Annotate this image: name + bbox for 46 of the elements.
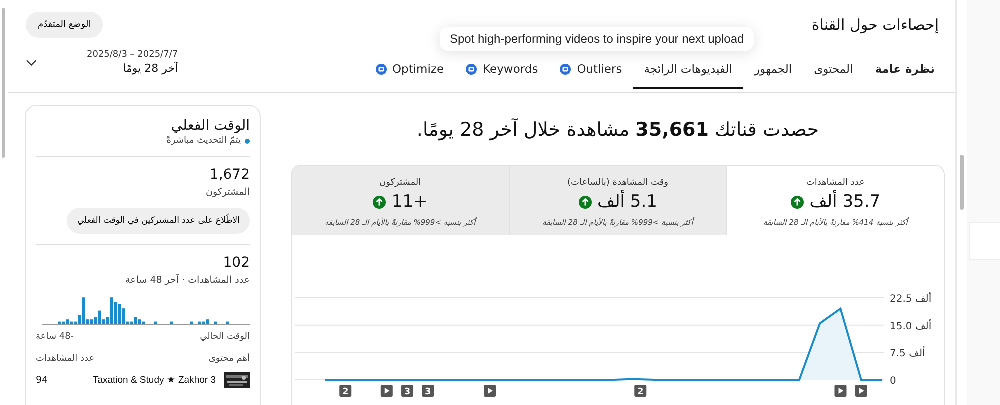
card-title: الوقت الفعلي (170, 118, 250, 134)
tab[interactable]: الفيديوهات الرائجة (633, 56, 744, 89)
tooltip: Spot high-performing videos to inspire your next upload (440, 27, 754, 51)
axis-label: -48 ساعة (36, 332, 74, 342)
video-marker[interactable] (855, 385, 868, 397)
subscriber-count: 1,672 (208, 167, 250, 183)
metric-value: 5.1 ألف (598, 192, 658, 212)
tab[interactable]: Keywords (455, 56, 550, 89)
y-tick-label: 0 (890, 376, 896, 387)
metric-title: عدد المشاهدات (805, 178, 866, 188)
tab[interactable]: نظرة عامة (864, 56, 939, 89)
column-header: أهم محتوى (208, 354, 250, 364)
count-marker[interactable]: 3 (422, 385, 434, 398)
count-marker[interactable]: 2 (340, 385, 352, 398)
column-header: عدد المشاهدات (36, 354, 95, 364)
realtime-subscribers-button[interactable]: الاطّلاع على عدد المشتركين في الوقت الفعلي (67, 208, 250, 234)
video-marker[interactable] (380, 385, 393, 397)
video-views: 94 (36, 374, 48, 386)
view-count: 102 (222, 255, 250, 271)
chevron-down-icon (26, 58, 37, 66)
y-tick-label: 7.5 ألف (890, 348, 926, 360)
axis-label: الوقت الحالي (200, 332, 250, 342)
advanced-mode-button[interactable]: الوضع المتقدّم (26, 12, 104, 38)
subscribers-label: المشتركون (204, 187, 250, 198)
tab[interactable]: Outliers (549, 56, 634, 89)
metric-title: وقت المشاهدة (بالساعات) (566, 178, 670, 188)
count-marker[interactable]: 3 (402, 385, 414, 398)
up-arrow-icon (790, 196, 804, 208)
up-arrow-icon (578, 196, 592, 208)
tab[interactable]: الجمهور (743, 56, 804, 89)
video-marker[interactable] (484, 385, 496, 397)
video-marker[interactable] (834, 385, 847, 397)
tab[interactable]: المحتوى (803, 56, 864, 89)
live-status: يتمّ التحديث مباشرةً (166, 136, 241, 146)
live-dot-icon (245, 138, 250, 144)
metric-value: +11 (392, 192, 428, 212)
y-tick-label: 22.5 ألف (890, 294, 932, 305)
count-marker[interactable]: 2 (634, 385, 647, 398)
video-title[interactable]: Taxation & Study ★ Zakhor 3 (92, 374, 216, 386)
metric-title: المشتركون (378, 178, 422, 188)
tab[interactable]: Optimize (364, 56, 456, 89)
y-tick-label: 15.0 ألف (890, 321, 932, 332)
metric-value: 35.7 ألف (810, 192, 881, 212)
views-label: عدد المشاهدات · آخر 48 ساعة (124, 275, 250, 286)
up-arrow-icon (372, 196, 386, 208)
page-title: إحصاءات حول القناة (812, 16, 939, 34)
